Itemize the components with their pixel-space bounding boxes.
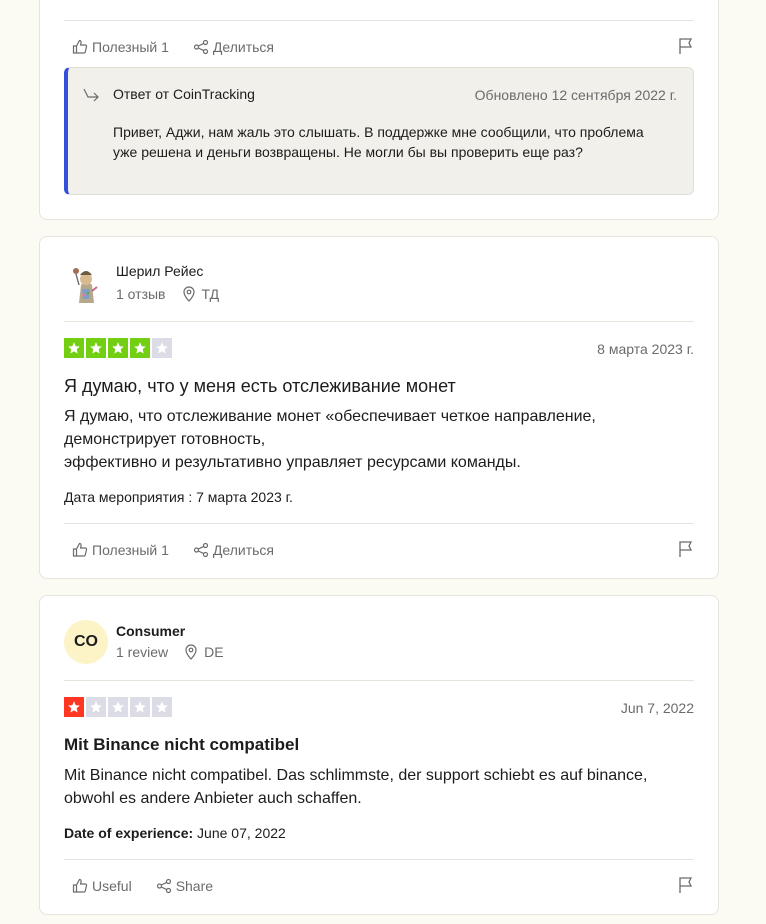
review-actions: Полезный 1 Делиться (64, 37, 694, 57)
avatar[interactable] (64, 263, 108, 307)
reviewer-name[interactable]: Consumer (116, 623, 185, 639)
reviewer-location: DE (184, 644, 224, 660)
share-button[interactable]: Share (156, 878, 213, 894)
reply-arrow-icon (83, 88, 99, 102)
share-label: Делиться (212, 39, 274, 55)
useful-label: Useful (92, 878, 132, 894)
avatar[interactable]: CO (64, 620, 108, 664)
star-filled-icon (64, 697, 84, 717)
share-button[interactable]: Делиться (193, 39, 274, 55)
star-empty-icon (130, 697, 150, 717)
star-rating (64, 697, 172, 717)
location-label: ТД (201, 286, 220, 302)
divider (64, 680, 694, 681)
review-card: Шерил Рейес 1 отзыв ТД 8 марта 2023 г. Я… (39, 236, 719, 579)
star-empty-icon (152, 697, 172, 717)
useful-label: Полезный 1 (92, 39, 169, 55)
flag-icon[interactable] (678, 540, 694, 558)
review-title[interactable]: Я думаю, что у меня есть отслеживание мо… (64, 376, 694, 397)
experience-label: Date of experience: (64, 825, 194, 841)
share-icon (156, 878, 171, 894)
review-card: Полезный 1 Делиться Ответ от CoinTrackin… (39, 0, 719, 220)
useful-button[interactable]: Полезный 1 (72, 542, 169, 558)
review-body: Я думаю, что отслеживание монет «обеспеч… (64, 405, 694, 474)
thumbs-up-icon (72, 542, 88, 557)
share-button[interactable]: Делиться (193, 542, 274, 558)
star-filled-icon (86, 338, 106, 358)
review-actions: Useful Share (64, 876, 694, 896)
divider (64, 859, 694, 860)
reviewer-meta: 1 review DE (116, 644, 224, 660)
review-body: Mit Binance nicht compatibel. Das schlim… (64, 767, 648, 807)
reply-title: Ответ от CoinTracking (113, 86, 255, 102)
share-label: Делиться (212, 542, 274, 558)
star-filled-icon (130, 338, 150, 358)
review-body-line: Я думаю, что отслеживание монет «обеспеч… (64, 408, 596, 425)
share-icon (193, 542, 209, 558)
experience-date: Дата мероприятия : 7 марта 2023 г. (64, 489, 293, 505)
review-body-line: демонстрирует готовность, (64, 431, 266, 448)
review-card: CO Consumer 1 review DE Jun 7, 2022 Mit … (39, 595, 719, 915)
reviewer-meta: 1 отзыв ТД (116, 286, 219, 302)
flag-icon[interactable] (678, 37, 694, 55)
flag-icon[interactable] (678, 876, 694, 894)
share-icon (193, 39, 209, 55)
star-empty-icon (86, 697, 106, 717)
location-label: DE (204, 644, 224, 660)
useful-button[interactable]: Полезный 1 (72, 39, 169, 55)
star-empty-icon (152, 338, 172, 358)
location-pin-icon (182, 286, 195, 302)
divider (64, 20, 694, 21)
reply-text: Привет, Аджи, нам жаль это слышать. В по… (113, 124, 644, 160)
share-label: Share (175, 878, 214, 894)
location-pin-icon (185, 644, 197, 660)
review-date: Jun 7, 2022 (620, 700, 694, 716)
reviewer-name[interactable]: Шерил Рейес (116, 263, 203, 279)
thumbs-up-icon (72, 878, 88, 893)
review-count: 1 review (116, 644, 169, 660)
star-filled-icon (64, 338, 84, 358)
useful-label: Полезный 1 (92, 542, 169, 558)
review-count: 1 отзыв (116, 286, 166, 302)
company-reply: Ответ от CoinTracking Обновлено 12 сентя… (64, 67, 694, 195)
review-date: 8 марта 2023 г. (597, 341, 694, 357)
star-filled-icon (108, 338, 128, 358)
avatar-image (64, 263, 108, 307)
star-rating (64, 338, 172, 358)
experience-value: June 07, 2022 (193, 825, 286, 841)
reply-date: Обновлено 12 сентября 2022 г. (474, 87, 677, 103)
star-empty-icon (108, 697, 128, 717)
review-title[interactable]: Mit Binance nicht compatibel (64, 735, 694, 755)
review-actions: Полезный 1 Делиться (64, 540, 694, 560)
thumbs-up-icon (72, 39, 88, 54)
experience-date: Date of experience: June 07, 2022 (64, 825, 286, 841)
divider (64, 321, 694, 322)
divider (64, 523, 694, 524)
useful-button[interactable]: Useful (72, 878, 132, 894)
review-body-line: эффективно и результативно управляет рес… (64, 454, 521, 471)
reviewer-location: ТД (182, 286, 220, 302)
